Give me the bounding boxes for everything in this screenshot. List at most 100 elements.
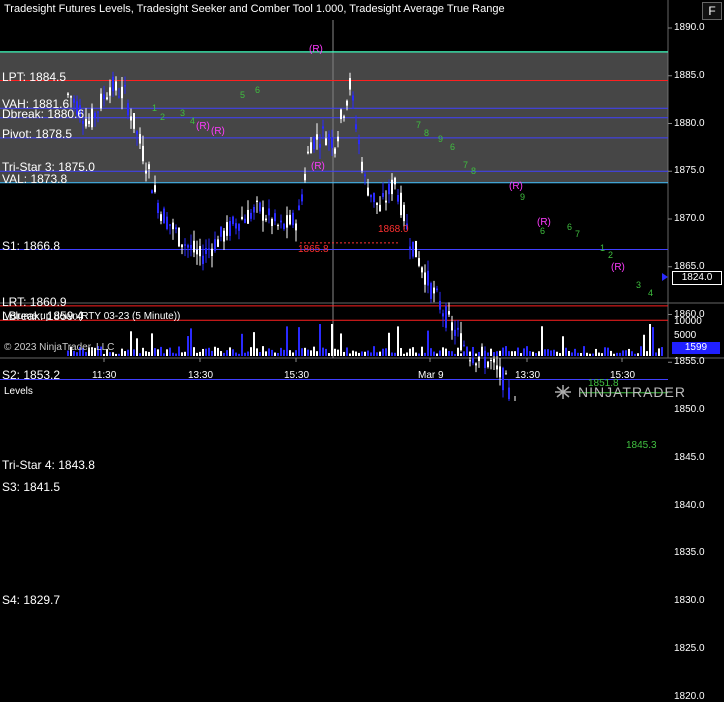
- volume-bar: [640, 346, 642, 356]
- volume-bar: [589, 353, 591, 356]
- candle-body: [265, 218, 267, 221]
- candle-body: [340, 109, 342, 120]
- volume-bar: [553, 349, 555, 356]
- level-label: LRT: 1860.9: [2, 294, 67, 309]
- volume-bar: [535, 352, 537, 356]
- candle-body: [82, 120, 84, 124]
- volume-tick-label: 10000: [674, 316, 702, 327]
- candle-body: [145, 170, 147, 174]
- volume-bar: [268, 348, 270, 356]
- candle-body: [247, 209, 249, 224]
- candle-body: [322, 126, 324, 129]
- volume-bar: [136, 338, 138, 356]
- volume-bar: [505, 346, 507, 356]
- candle-body: [85, 119, 87, 127]
- volume-bar: [394, 352, 396, 356]
- volume-bar: [508, 351, 510, 356]
- volume-bar: [562, 336, 564, 356]
- candle-body: [430, 283, 432, 299]
- volume-bar: [526, 346, 528, 356]
- volume-bar: [391, 352, 393, 356]
- volume-bar: [550, 350, 552, 356]
- y-tick-label: 1845.0: [674, 451, 705, 463]
- candle-body: [304, 173, 306, 181]
- candle-body: [232, 216, 234, 225]
- chart-window[interactable]: Tradesight Futures Levels, Tradesight Se…: [0, 0, 724, 702]
- candle-body: [244, 218, 246, 223]
- volume-bar: [217, 347, 219, 356]
- volume-bar: [157, 349, 159, 356]
- candle-body: [136, 131, 138, 135]
- volume-bar: [544, 349, 546, 356]
- volume-bar: [205, 348, 207, 356]
- candle-body: [181, 244, 183, 248]
- volume-bar: [427, 330, 429, 356]
- candle-body: [91, 108, 93, 128]
- candle-body: [439, 300, 441, 310]
- volume-bar: [514, 351, 516, 356]
- volume-bar: [472, 346, 474, 356]
- volume-panel-label: Volume up down(RTY 03-23 (5 Minute)): [4, 311, 181, 322]
- volume-bar: [175, 353, 177, 356]
- candle-body: [424, 272, 426, 285]
- volume-bar: [571, 352, 573, 356]
- y-tick-label: 1885.0: [674, 69, 705, 81]
- candle-body: [133, 113, 135, 129]
- level-label: LPT: 1884.5: [2, 69, 67, 84]
- price-chart[interactable]: [0, 0, 724, 401]
- volume-bar: [412, 347, 414, 356]
- volume-bar: [298, 327, 300, 356]
- tab-levels[interactable]: Levels: [4, 386, 33, 397]
- volume-bar: [478, 351, 480, 356]
- volume-bar: [409, 348, 411, 356]
- reversal-marker: (R): [611, 262, 625, 273]
- volume-tick-label: 5000: [674, 330, 697, 341]
- fullscreen-button[interactable]: F: [702, 2, 722, 20]
- candle-body: [475, 363, 477, 366]
- candle-body: [496, 365, 498, 370]
- volume-bar: [331, 324, 333, 356]
- volume-bar: [364, 351, 366, 356]
- volume-bar: [358, 352, 360, 356]
- volume-bar: [421, 346, 423, 356]
- volume-bar: [622, 350, 624, 356]
- candle-body: [331, 137, 333, 148]
- volume-bar: [481, 346, 483, 356]
- volume-bar: [655, 352, 657, 356]
- candle-body: [397, 195, 399, 202]
- volume-bar: [259, 352, 261, 356]
- volume-bar: [556, 351, 558, 356]
- volume-bar: [124, 351, 126, 356]
- volume-bar: [160, 346, 162, 356]
- candle-body: [415, 240, 417, 258]
- seeker-count: 1: [152, 103, 158, 113]
- candle-body: [376, 202, 378, 206]
- candle-body: [127, 103, 129, 116]
- candle-body: [487, 361, 489, 368]
- volume-bar: [250, 347, 252, 356]
- candle-body: [349, 78, 351, 90]
- candle-body: [502, 367, 504, 391]
- candle-body: [343, 116, 345, 118]
- reversal-marker: (R): [196, 121, 210, 132]
- volume-bar: [445, 348, 447, 356]
- volume-bar: [547, 349, 549, 356]
- candle-body: [250, 212, 252, 219]
- candle-body: [100, 93, 102, 109]
- candle-body: [118, 96, 120, 98]
- candle-body: [382, 193, 384, 197]
- volume-bar: [340, 333, 342, 356]
- volume-bar: [580, 353, 582, 356]
- y-tick-label: 1850.0: [674, 404, 705, 415]
- volume-bar: [532, 351, 534, 356]
- seeker-count: 1: [600, 243, 606, 253]
- volume-bar: [169, 347, 171, 356]
- candle-body: [184, 244, 186, 246]
- candle-body: [190, 244, 192, 249]
- seeker-count: 2: [160, 112, 166, 122]
- volume-bar: [436, 353, 438, 356]
- volume-bar: [367, 350, 369, 356]
- candle-body: [211, 248, 213, 257]
- volume-bar: [538, 351, 540, 356]
- volume-bar: [520, 353, 522, 356]
